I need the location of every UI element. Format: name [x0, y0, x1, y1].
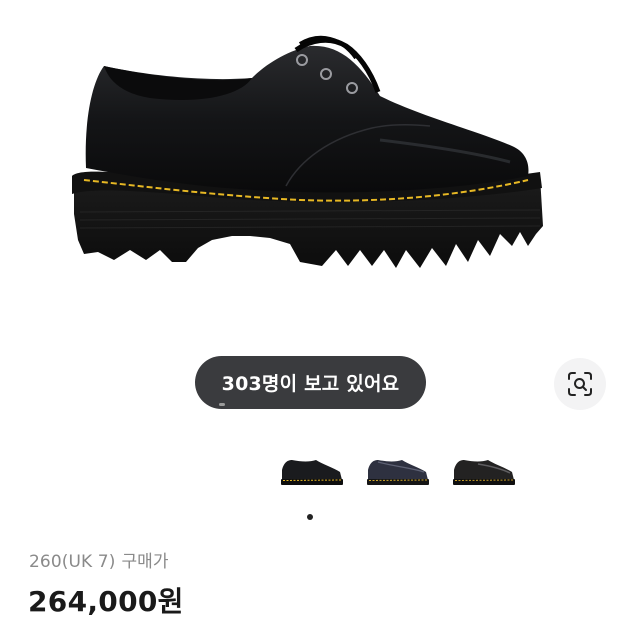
thumbnail-black-shoe[interactable]	[276, 450, 348, 494]
thumbnail-navy-shoe[interactable]	[362, 450, 434, 494]
image-search-button[interactable]	[554, 358, 606, 410]
size-text: 260(UK 7)	[29, 552, 116, 572]
viewers-count-text: 303명이 보고 있어요	[221, 373, 400, 395]
image-search-icon	[568, 372, 592, 396]
black-shoe-thumbnail-icon	[281, 460, 343, 485]
shoe-illustration	[72, 35, 543, 268]
navy-shoe-thumbnail-icon	[367, 460, 429, 485]
product-hero-image[interactable]	[0, 0, 620, 340]
dark-shoe-thumbnail-icon	[453, 460, 515, 485]
thumbnail-dark-shoe[interactable]	[448, 450, 520, 494]
price-type-text: 구매가	[121, 552, 169, 572]
pill-progress-indicator	[219, 403, 225, 406]
carousel-dot-indicator	[307, 514, 313, 520]
price-text: 264,000원	[28, 585, 184, 618]
size-price-type-label: 260(UK 7) 구매가	[29, 547, 169, 572]
image-thumbnails	[270, 450, 530, 500]
viewers-count-pill: 303명이 보고 있어요	[195, 356, 426, 409]
